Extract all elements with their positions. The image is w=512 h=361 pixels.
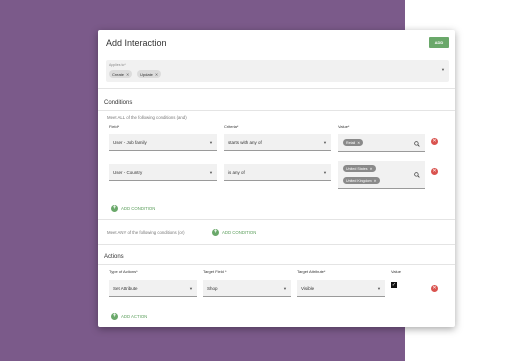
delete-action-icon[interactable]: ✕	[431, 285, 438, 292]
plus-icon: +	[111, 313, 118, 320]
condition-field-select[interactable]: User - Job family ▼	[109, 134, 217, 151]
applies-to-label: Applies to*	[109, 63, 126, 67]
add-condition-link[interactable]: + ADD CONDITION	[111, 205, 155, 212]
chip-update: Update ✕	[137, 70, 162, 78]
divider	[98, 264, 455, 265]
divider	[98, 88, 455, 89]
add-action-label: ADD ACTION	[121, 314, 148, 319]
select-value: Shop	[207, 285, 218, 291]
applies-to-select[interactable]: Applies to* Create ✕ Update ✕ ▼	[106, 60, 449, 82]
field-header: Field*	[109, 124, 120, 129]
select-value: User - Job family	[113, 139, 147, 145]
chevron-down-icon: ▼	[323, 170, 327, 175]
select-value: User - Country	[113, 169, 143, 175]
chevron-down-icon: ▼	[283, 286, 287, 291]
divider	[98, 219, 455, 220]
add-condition-label: ADD CONDITION	[222, 230, 257, 235]
remove-chip-icon[interactable]: ✕	[126, 72, 129, 77]
action-type-select[interactable]: Set Attribute ▼	[109, 280, 197, 297]
criteria-header: Criteria*	[224, 124, 239, 129]
value-chip: Retail ✕	[343, 139, 364, 146]
add-condition-label: ADD CONDITION	[121, 206, 156, 211]
chip-label: Retail	[346, 140, 356, 145]
chevron-down-icon: ▼	[209, 140, 213, 145]
chip-label: United States	[346, 166, 368, 171]
divider	[98, 110, 455, 111]
chevron-down-icon: ▼	[323, 140, 327, 145]
plus-icon: +	[111, 205, 118, 212]
chip-label: Create	[112, 71, 125, 77]
search-icon[interactable]	[414, 141, 420, 147]
target-field-header: Target Field *	[203, 269, 227, 274]
select-value: Visible	[301, 285, 315, 291]
type-header: Type of Actions*	[109, 269, 138, 274]
condition-criteria-select[interactable]: is any of ▼	[224, 164, 331, 181]
meet-all-label: Meet ALL of the following conditions (an…	[107, 115, 187, 120]
target-attribute-header: Target Attribute*	[297, 269, 326, 274]
condition-value-input[interactable]: Retail ✕	[338, 134, 425, 152]
condition-field-select[interactable]: User - Country ▼	[109, 164, 217, 181]
value-header: Value*	[338, 124, 350, 129]
dialog-title: Add Interaction	[106, 38, 167, 48]
plus-icon: +	[212, 229, 219, 236]
value-header: Value	[391, 269, 401, 274]
divider	[98, 244, 455, 245]
value-chip: United States ✕	[343, 165, 376, 172]
add-interaction-dialog: Add Interaction ADD Applies to* Create ✕…	[98, 30, 455, 327]
meet-any-label: Meet ANY of the following conditions (or…	[107, 230, 185, 235]
remove-chip-icon[interactable]: ✕	[374, 179, 377, 183]
delete-condition-icon[interactable]: ✕	[431, 168, 438, 175]
chevron-down-icon: ▼	[209, 170, 213, 175]
condition-criteria-select[interactable]: starts with any of ▼	[224, 134, 331, 151]
actions-title: Actions	[104, 254, 124, 260]
delete-condition-icon[interactable]: ✕	[431, 138, 438, 145]
remove-chip-icon[interactable]: ✕	[357, 141, 360, 145]
conditions-title: Conditions	[104, 100, 133, 106]
chip-label: Update	[140, 71, 153, 77]
value-chip: United Kingdom ✕	[343, 177, 380, 184]
chip-label: United Kingdom	[346, 178, 372, 183]
chevron-down-icon[interactable]: ▼	[441, 67, 445, 72]
chevron-down-icon: ▼	[189, 286, 193, 291]
select-value: is any of	[228, 169, 245, 175]
chevron-down-icon: ▼	[377, 286, 381, 291]
condition-value-input[interactable]: United States ✕ United Kingdom ✕	[338, 161, 425, 189]
remove-chip-icon[interactable]: ✕	[155, 72, 158, 77]
remove-chip-icon[interactable]: ✕	[370, 167, 373, 171]
select-value: starts with any of	[228, 139, 262, 145]
value-checkbox[interactable]: ✓	[391, 282, 397, 288]
add-action-link[interactable]: + ADD ACTION	[111, 313, 147, 320]
target-field-select[interactable]: Shop ▼	[203, 280, 291, 297]
select-value: Set Attribute	[113, 285, 138, 291]
search-icon[interactable]	[414, 172, 420, 178]
add-button[interactable]: ADD	[429, 37, 449, 48]
chip-create: Create ✕	[109, 70, 133, 78]
add-condition-any-link[interactable]: + ADD CONDITION	[212, 229, 256, 236]
target-attribute-select[interactable]: Visible ▼	[297, 280, 385, 297]
